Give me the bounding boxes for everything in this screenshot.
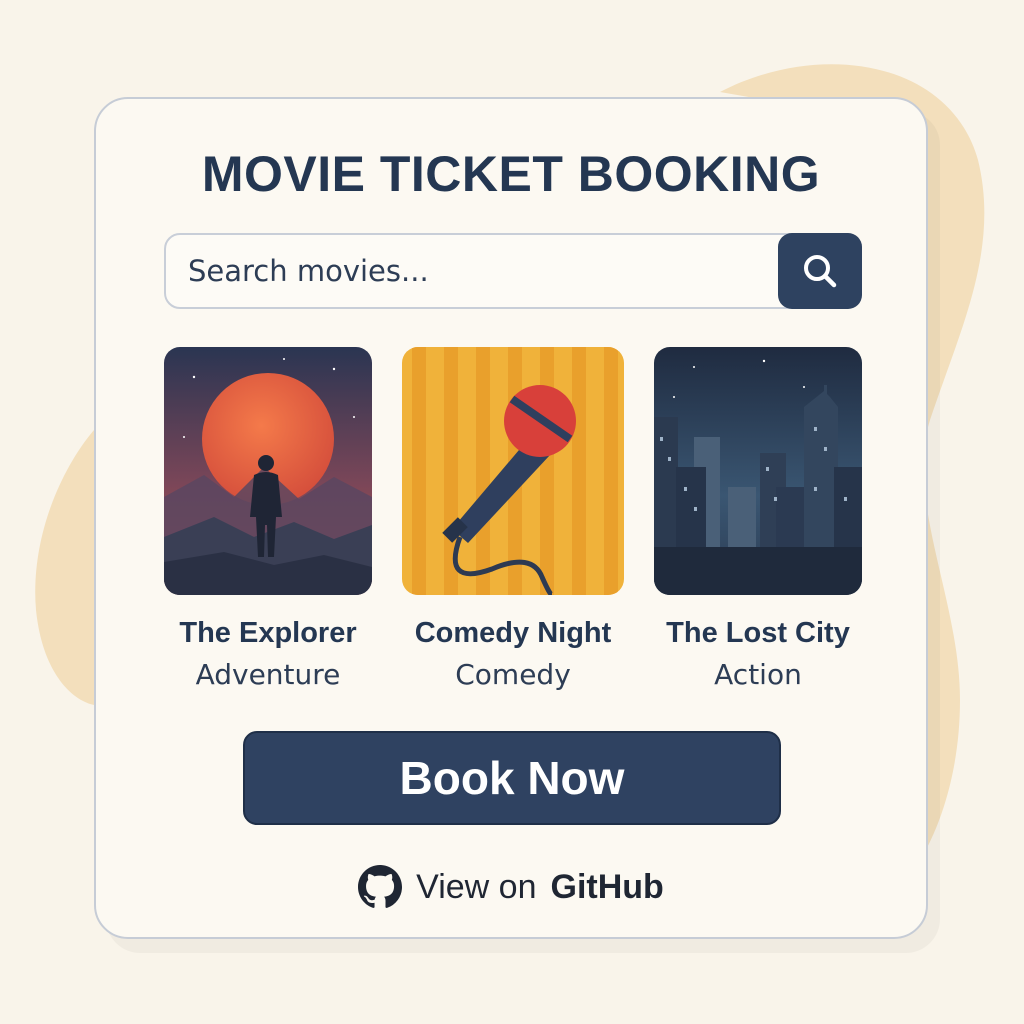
movie-title: Comedy Night — [414, 617, 612, 649]
github-icon — [358, 865, 403, 908]
movie-title: The Lost City — [666, 617, 850, 649]
city-skyline-poster-icon — [654, 347, 862, 595]
microphone-poster-icon — [402, 347, 624, 595]
movie-genre: Action — [714, 658, 802, 691]
explorer-poster-icon — [164, 347, 372, 595]
search-button[interactable] — [778, 233, 862, 309]
booking-card: MOVIE TICKET BOOKING Search movies... Th… — [94, 97, 928, 939]
movie-genre: Adventure — [195, 658, 341, 691]
search-icon — [804, 255, 837, 288]
movie-card-comedy-night[interactable]: Comedy Night Comedy — [402, 347, 624, 691]
page-title: MOVIE TICKET BOOKING — [201, 146, 821, 202]
movie-title: The Explorer — [179, 617, 357, 649]
movie-card-explorer[interactable]: The Explorer Adventure — [164, 347, 372, 691]
movie-genre: Comedy — [455, 658, 571, 691]
github-link-prefix: View on — [416, 867, 537, 906]
search-bar — [164, 233, 862, 309]
github-link[interactable]: View on GitHub — [96, 865, 926, 909]
book-now-button[interactable]: Book Now — [243, 731, 781, 825]
movie-card-lost-city[interactable]: The Lost City Action — [654, 347, 862, 691]
search-input[interactable] — [188, 235, 748, 307]
github-link-name: GitHub — [550, 867, 664, 906]
